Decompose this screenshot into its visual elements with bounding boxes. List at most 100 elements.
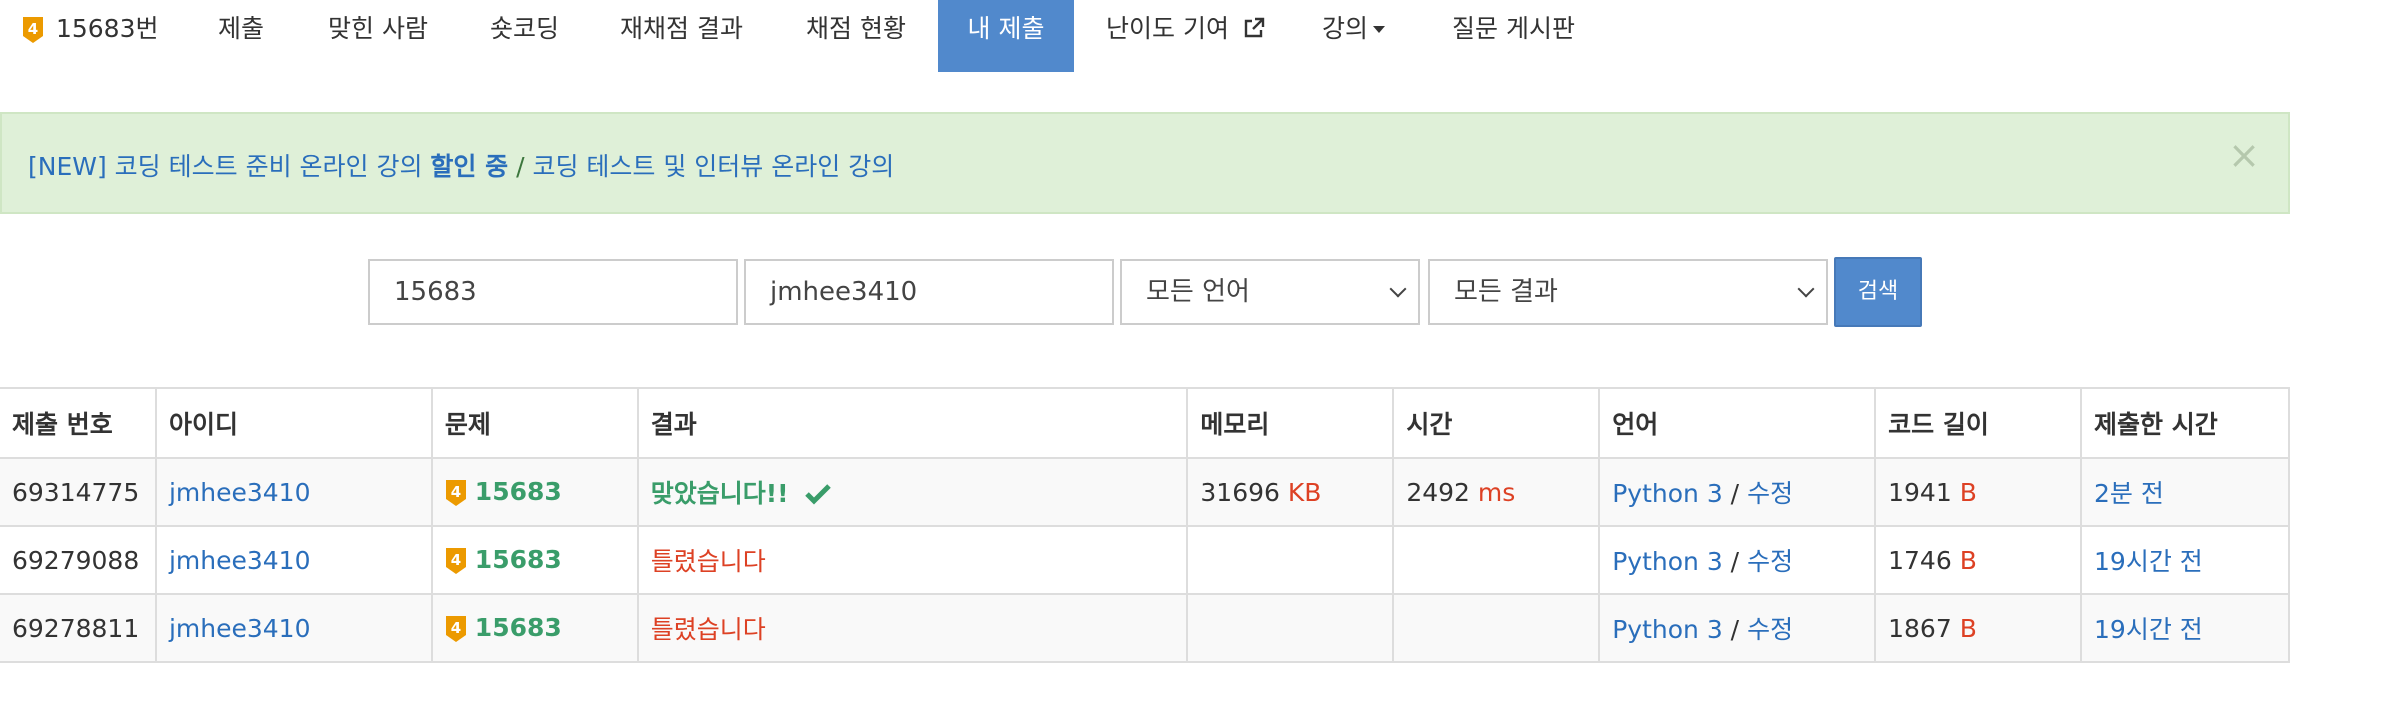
language-link[interactable]: Python 3 — [1612, 479, 1723, 508]
nav-item-label: 숏코딩 — [490, 14, 560, 43]
problem-id-value: 15683 — [394, 277, 477, 307]
nav-item-difficulty-contribution[interactable]: 난이도 기여 — [1106, 0, 1265, 72]
code-length-value: 1746 — [1888, 545, 1952, 575]
nav-item-status[interactable]: 채점 현황 — [806, 0, 906, 72]
result-select[interactable]: 모든 결과 — [1428, 259, 1828, 325]
problem-cell: 4 15683 — [430, 457, 639, 527]
result-cell: 틀렸습니다 — [636, 593, 1189, 663]
problem-link[interactable]: 15683 — [475, 613, 562, 642]
close-icon[interactable]: × — [2228, 136, 2260, 174]
alert-link-text: [NEW] 코딩 테스트 준비 온라인 강의 — [28, 152, 423, 181]
svg-text:4: 4 — [451, 483, 461, 501]
time-cell: 2492 ms — [1392, 457, 1601, 527]
memory-cell — [1186, 525, 1395, 595]
time-value: 2492 — [1406, 477, 1470, 507]
nav-item-solvers[interactable]: 맞힌 사람 — [328, 0, 428, 72]
submitted-time-link[interactable]: 19시간 전 — [2094, 615, 2203, 644]
alert-link-course[interactable]: [NEW] 코딩 테스트 준비 온라인 강의 할인 중 — [28, 152, 508, 181]
nav-item-label: 채점 현황 — [806, 14, 906, 43]
language-select-value: 모든 언어 — [1146, 277, 1250, 307]
nav-item-lectures[interactable]: 강의 — [1322, 0, 1386, 72]
edit-link[interactable]: 수정 — [1747, 479, 1793, 508]
submission-id: 69314775 — [0, 457, 157, 527]
svg-text:4: 4 — [451, 551, 461, 569]
user-id-input[interactable]: jmhee3410 — [744, 259, 1114, 325]
nav-item-label: 강의 — [1322, 14, 1369, 43]
code-length-unit: B — [1959, 477, 1977, 507]
edit-link[interactable]: 수정 — [1747, 547, 1793, 576]
language-select[interactable]: 모든 언어 — [1120, 259, 1420, 325]
column-header: 언어 — [1598, 387, 1877, 459]
table-row: 69279088 jmhee3410 4 15683 틀렸습니다 Python … — [0, 525, 2290, 595]
problem-link[interactable]: 15683 — [475, 545, 562, 574]
nav-item-label: 재채점 결과 — [620, 14, 743, 43]
language-separator: / — [1722, 615, 1748, 644]
memory-cell: 31696 KB — [1186, 457, 1395, 527]
table-header-row: 제출 번호 아이디 문제 결과 메모리 시간 언어 코드 길이 제출한 시간 — [0, 387, 2290, 459]
result-text: 맞았습니다!! — [650, 478, 789, 508]
result-text: 틀렸습니다 — [650, 547, 766, 576]
column-header: 아이디 — [154, 387, 433, 459]
gold-tier-icon: 4 — [22, 16, 44, 44]
code-length-unit: B — [1959, 613, 1977, 643]
check-icon — [804, 482, 831, 511]
time-cell — [1392, 525, 1601, 595]
code-length-cell: 1746 B — [1874, 525, 2083, 595]
nav-item-label: 제출 — [218, 14, 265, 43]
nav-item-label: 난이도 기여 — [1106, 14, 1229, 43]
user-id-value: jmhee3410 — [770, 277, 918, 307]
nav-problem-number[interactable]: 4 15683번 — [22, 0, 158, 72]
result-cell: 맞았습니다!! — [636, 457, 1189, 527]
language-separator: / — [1722, 547, 1748, 576]
problem-nav: 4 15683번 제출 맞힌 사람 숏코딩 재채점 결과 채점 현황 내 제출 … — [0, 0, 2396, 72]
page: 4 15683번 제출 맞힌 사람 숏코딩 재채점 결과 채점 현황 내 제출 … — [0, 0, 2396, 706]
result-text: 틀렸습니다 — [650, 615, 766, 644]
problem-id-input[interactable]: 15683 — [368, 259, 738, 325]
nav-item-label: 맞힌 사람 — [328, 14, 428, 43]
submitted-time-link[interactable]: 19시간 전 — [2094, 547, 2203, 576]
alert-link-interview-course[interactable]: 코딩 테스트 및 인터뷰 온라인 강의 — [532, 152, 894, 181]
problem-link[interactable]: 15683 — [475, 477, 562, 506]
alert-text: [NEW] 코딩 테스트 준비 온라인 강의 할인 중 / 코딩 테스트 및 인… — [28, 147, 894, 183]
user-link[interactable]: jmhee3410 — [169, 546, 311, 575]
alert-discount-text: 할인 중 — [430, 152, 509, 181]
column-header: 제출 번호 — [0, 387, 157, 459]
gold-tier-icon: 4 — [445, 479, 467, 507]
user-link[interactable]: jmhee3410 — [169, 478, 311, 507]
nav-item-rejudge[interactable]: 재채점 결과 — [620, 0, 743, 72]
submitted-time-link[interactable]: 2분 전 — [2094, 479, 2164, 508]
nav-item-label: 질문 게시판 — [1452, 14, 1575, 43]
code-length-cell: 1941 B — [1874, 457, 2083, 527]
problem-cell: 4 15683 — [430, 593, 639, 663]
nav-item-my-submissions[interactable]: 내 제출 — [938, 0, 1074, 72]
memory-cell — [1186, 593, 1395, 663]
memory-value: 31696 — [1200, 477, 1280, 507]
code-length-value: 1941 — [1888, 477, 1952, 507]
user-link[interactable]: jmhee3410 — [169, 614, 311, 643]
nav-item-label: 내 제출 — [967, 14, 1045, 43]
gold-tier-icon: 4 — [445, 547, 467, 575]
column-header: 결과 — [636, 387, 1189, 459]
svg-text:4: 4 — [451, 619, 461, 637]
column-header: 메모리 — [1186, 387, 1395, 459]
nav-item-submit[interactable]: 제출 — [218, 0, 264, 72]
nav-item-short-coding[interactable]: 숏코딩 — [490, 0, 559, 72]
column-header: 시간 — [1392, 387, 1601, 459]
table-row: 69314775 jmhee3410 4 15683 맞았습니다!! 31696… — [0, 457, 2290, 527]
edit-link[interactable]: 수정 — [1747, 615, 1793, 644]
language-link[interactable]: Python 3 — [1612, 547, 1723, 576]
result-cell: 틀렸습니다 — [636, 525, 1189, 595]
column-header: 제출한 시간 — [2080, 387, 2290, 459]
column-header: 문제 — [430, 387, 639, 459]
language-separator: / — [1722, 479, 1748, 508]
code-length-unit: B — [1959, 545, 1977, 575]
nav-item-qna-board[interactable]: 질문 게시판 — [1452, 0, 1575, 72]
problem-number-label: 15683번 — [55, 14, 159, 43]
submission-id: 69279088 — [0, 525, 157, 595]
language-cell: Python 3 / 수정 — [1598, 593, 1877, 663]
code-length-cell: 1867 B — [1874, 593, 2083, 663]
search-button[interactable]: 검색 — [1834, 257, 1922, 327]
submission-table: 제출 번호 아이디 문제 결과 메모리 시간 언어 코드 길이 제출한 시간 6… — [0, 387, 2290, 663]
language-link[interactable]: Python 3 — [1612, 615, 1723, 644]
gold-tier-icon: 4 — [445, 615, 467, 643]
